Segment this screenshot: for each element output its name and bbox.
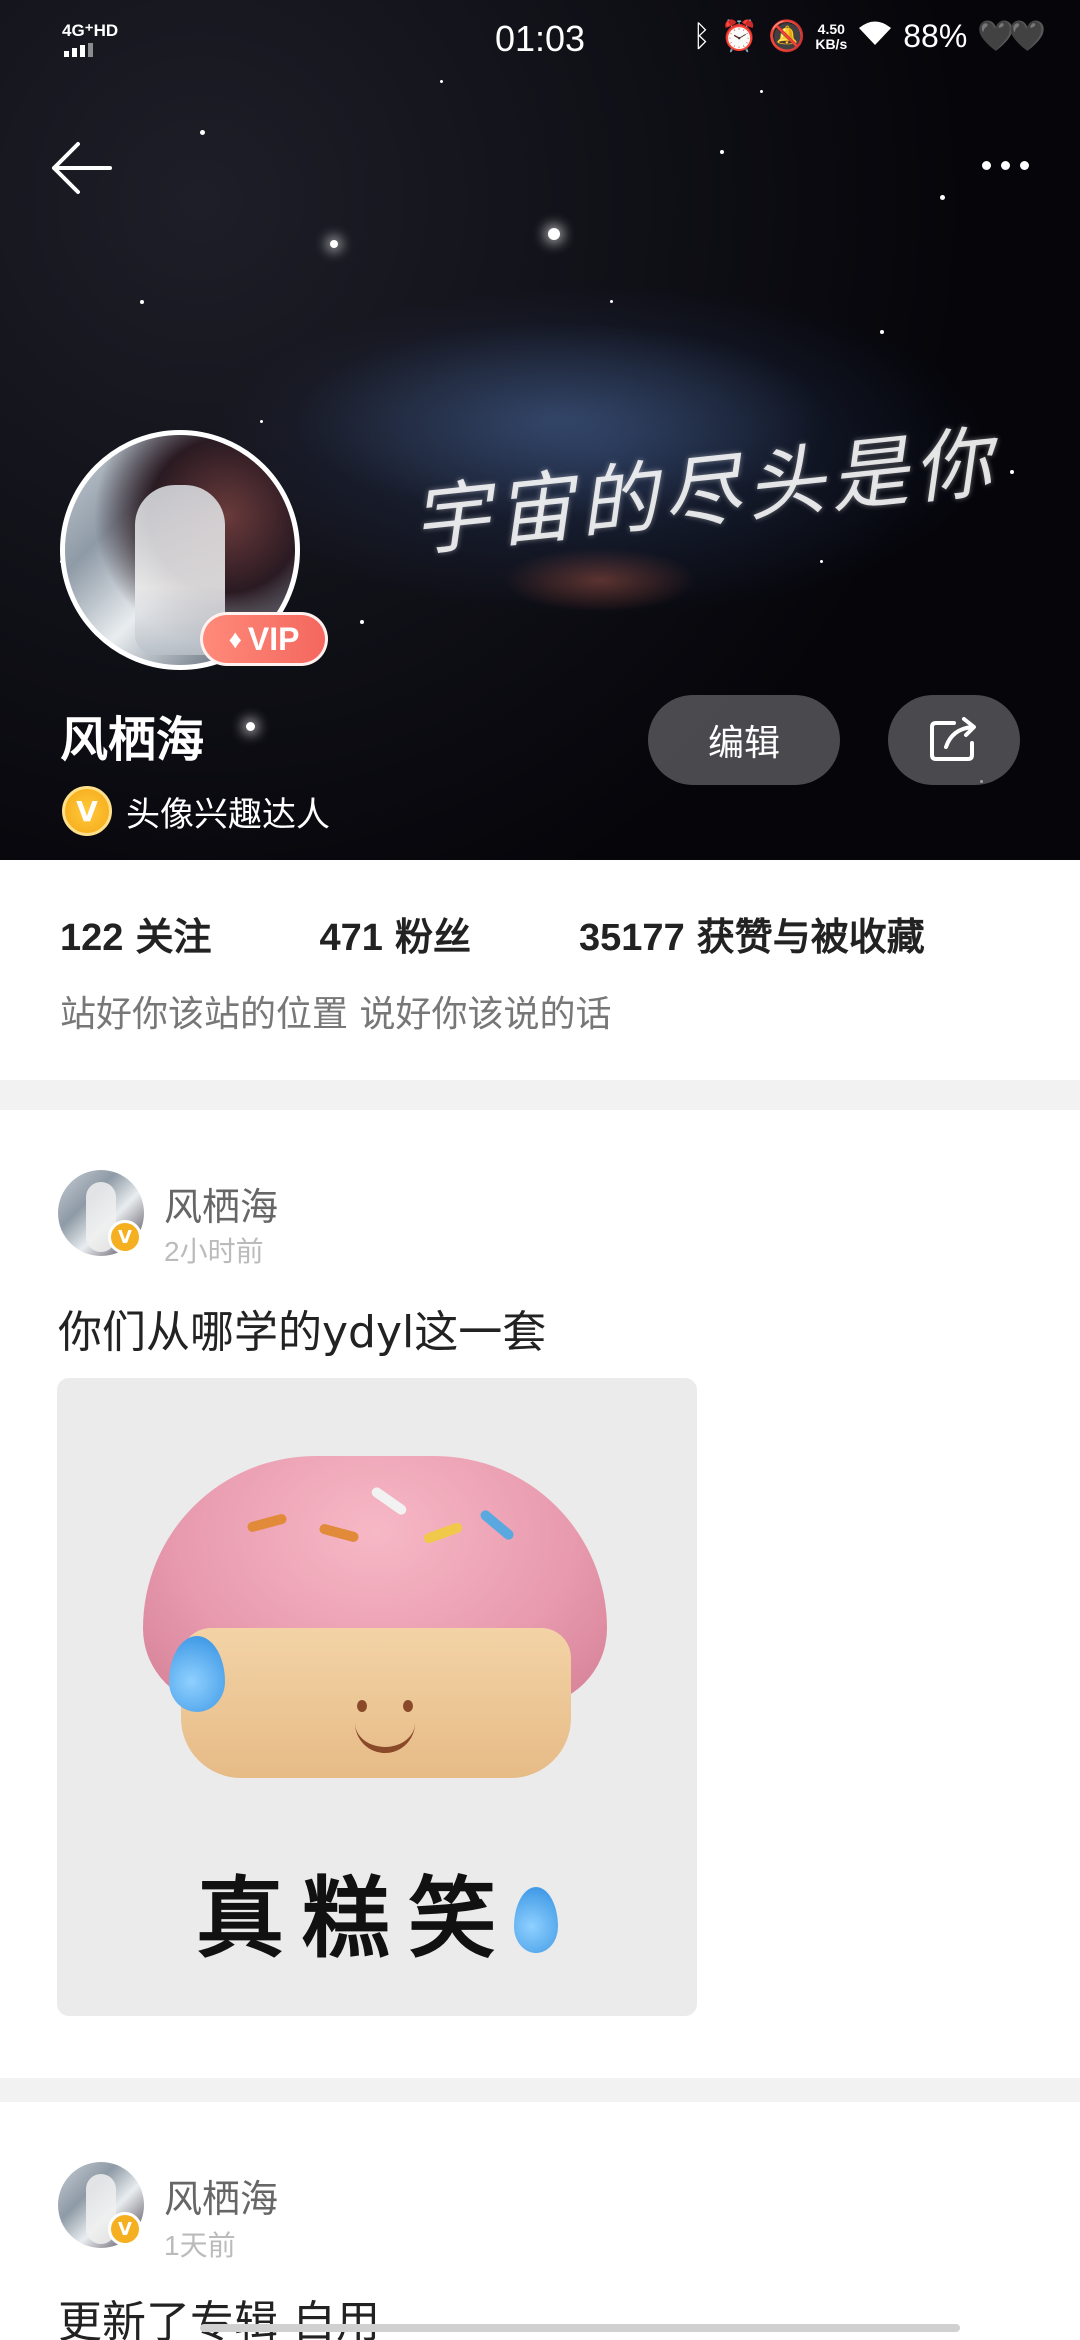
sweat-drop-icon: [514, 1887, 558, 1953]
followers-label: 粉丝: [395, 915, 472, 959]
wifi-icon: [857, 19, 893, 55]
battery-hearts-icon: 🖤🖤: [977, 20, 1046, 53]
star: [720, 150, 724, 154]
following-stat[interactable]: 122 关注: [60, 906, 212, 961]
interest-badge[interactable]: V 头像兴趣达人: [62, 786, 330, 836]
more-button[interactable]: [970, 145, 1040, 185]
bluetooth-icon: ᛒ: [692, 19, 711, 53]
profile-header: 宇宙的尽头是你 4G⁺HD 01:03 ᛒ ⏰ 🔕 4.50 KB/s 88%: [0, 0, 1080, 860]
post-card[interactable]: V 风栖海 2小时前 你们从哪学的ydyl这一套 真糕笑: [0, 1110, 1080, 2080]
edit-profile-button[interactable]: 编辑: [648, 695, 840, 785]
post-time: 1天前: [164, 2230, 236, 2261]
likes-count: 35177: [579, 917, 685, 959]
network-speed: 4.50 KB/s: [815, 20, 848, 52]
star: [820, 560, 823, 563]
speed-unit: KB/s: [815, 35, 848, 52]
following-count: 122: [60, 917, 124, 959]
speed-value: 4.50: [817, 20, 845, 37]
share-button[interactable]: [888, 695, 1020, 785]
followers-count: 471: [319, 917, 383, 959]
bottom-scroll-indicator: [200, 2324, 960, 2332]
cupcake-eye: [403, 1700, 413, 1712]
more-dots-icon: [981, 160, 991, 170]
verified-v-icon: V: [62, 786, 112, 836]
likes-label: 获赞与被收藏: [696, 915, 925, 959]
status-bar: 4G⁺HD 01:03 ᛒ ⏰ 🔕 4.50 KB/s 88% 🖤🖤: [0, 0, 1080, 82]
section-divider: [0, 2078, 1080, 2102]
star: [360, 620, 364, 624]
star: [760, 90, 763, 93]
vip-badge[interactable]: ♦ VIP: [200, 612, 328, 666]
profile-stats: 122 关注 471 粉丝 35177 获赞与被收藏: [60, 906, 925, 961]
share-icon: [930, 717, 976, 761]
star: [260, 420, 263, 423]
post-author[interactable]: 风栖海: [164, 1176, 278, 1231]
post-time: 2小时前: [164, 1236, 264, 1267]
star: [940, 195, 945, 200]
status-icons: ᛒ ⏰ 🔕 4.50 KB/s 88% 🖤🖤: [692, 18, 1046, 55]
diamond-icon: ♦: [228, 623, 242, 654]
alarm-icon: ⏰: [720, 20, 758, 53]
profile-name: 风栖海: [60, 712, 205, 768]
image-caption: 真糕笑: [57, 1848, 697, 1975]
star: [140, 300, 144, 304]
cupcake-eye: [357, 1700, 367, 1712]
cupcake-base: [181, 1628, 571, 1778]
vip-label: VIP: [247, 620, 300, 657]
post-card[interactable]: V 风栖海 1天前 更新了专辑 自用: [0, 2102, 1080, 2340]
profile-bio: 站好你该站的位置 说好你该说的话: [60, 994, 612, 1035]
star: [548, 228, 560, 240]
star: [880, 330, 884, 334]
post-text[interactable]: 你们从哪学的ydyl这一套: [58, 1296, 546, 1360]
verified-v-icon: V: [108, 2212, 142, 2246]
back-button[interactable]: [50, 140, 114, 196]
followers-stat[interactable]: 471 粉丝: [320, 906, 472, 961]
profile-page: 宇宙的尽头是你 4G⁺HD 01:03 ᛒ ⏰ 🔕 4.50 KB/s 88%: [0, 0, 1080, 2340]
section-divider: [0, 1080, 1080, 1110]
star: [610, 300, 613, 303]
star: [1010, 470, 1014, 474]
mute-bell-icon: 🔕: [767, 20, 806, 53]
more-dots-icon: [1019, 160, 1029, 170]
badge-title: 头像兴趣达人: [126, 794, 330, 835]
following-label: 关注: [135, 915, 212, 959]
star: [330, 240, 338, 248]
star: [246, 722, 255, 731]
background-calligraphy: 宇宙的尽头是你: [407, 417, 1002, 569]
likes-stat[interactable]: 35177 获赞与被收藏: [579, 906, 925, 961]
battery-percent: 88%: [903, 18, 968, 54]
post-author[interactable]: 风栖海: [164, 2168, 278, 2223]
image-caption-text: 真糕笑: [195, 1867, 514, 1970]
verified-v-icon: V: [108, 1220, 142, 1254]
more-dots-icon: [1000, 160, 1010, 170]
star: [200, 130, 205, 135]
back-arrow-icon: [52, 142, 112, 194]
post-image[interactable]: 真糕笑: [57, 1378, 697, 2016]
